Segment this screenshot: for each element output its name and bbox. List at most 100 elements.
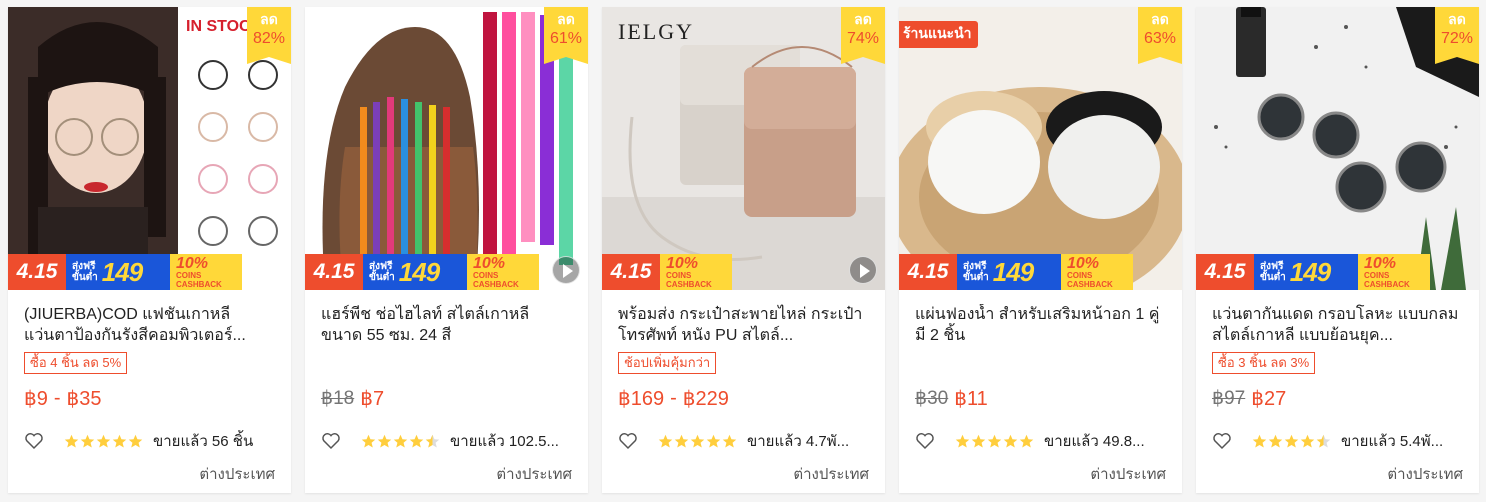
meta-row: ขายแล้ว 56 ชิ้น — [24, 424, 275, 458]
product-image[interactable]: ร้านแนะนำ ลด 63% 4.15 ส่งฟรี ขั้นต่ำ 149 … — [899, 7, 1182, 290]
promo-strip: 4.15 ส่งฟรี ขั้นต่ำ 149 10% COINS CASHBAC… — [305, 254, 588, 290]
min-spend-label: ขั้นต่ำ — [1260, 272, 1286, 283]
product-image[interactable]: IELGY ลด 74% 4.15 10% COINS CASHBACK — [602, 7, 885, 290]
promo-date: 4.15 — [1196, 254, 1254, 290]
price-separator: - — [53, 386, 61, 409]
product-title[interactable]: แผ่นฟองน้ำ สำหรับเสริมหน้าอก 1 คู่ มี 2 … — [915, 304, 1166, 346]
price-current: ฿27 — [1251, 387, 1287, 410]
cashback-percent: 10% — [176, 254, 209, 272]
min-spend-label: ขั้นต่ำ — [369, 272, 395, 283]
discount-label: ลด — [1448, 11, 1466, 27]
rating-stars — [658, 434, 737, 449]
deal-tag-row — [915, 346, 1166, 378]
discount-badge: ลด 72% — [1435, 7, 1479, 64]
bundle-deal-tag[interactable]: ซื้อ 3 ชิ้น ลด 3% — [1212, 352, 1316, 374]
shop-location: ต่างประเทศ — [1387, 466, 1463, 483]
cashback-promo: 10% COINS CASHBACK — [170, 254, 242, 290]
star-icon — [658, 434, 673, 447]
promo-date: 4.15 — [305, 254, 363, 290]
discount-percent: 74% — [846, 30, 880, 47]
price-low: ฿9 — [24, 387, 48, 410]
product-card[interactable]: IN STOCK ลด 82% 4.15 ส่งฟรีขั้นต่ำ 149 — [8, 7, 291, 493]
star-icon — [409, 434, 424, 447]
discount-badge: ลด 61% — [544, 7, 588, 64]
image-brand-text: IELGY — [618, 19, 694, 44]
product-card[interactable]: ลด 72% 4.15 ส่งฟรี ขั้นต่ำ 149 10% COINS … — [1196, 7, 1479, 493]
price-current: ฿7 — [360, 387, 385, 410]
free-shipping-label: ส่งฟรี — [963, 261, 987, 272]
product-title[interactable]: (JIUERBA)COD แฟชันเกาหลี แว่นตาป้องกันรั… — [24, 304, 275, 346]
sold-count: ขายแล้ว 102.5... — [450, 433, 559, 450]
star-icon — [128, 434, 143, 447]
price-original: ฿30 — [915, 387, 949, 409]
rating-stars — [955, 434, 1034, 449]
cashback-promo: 10% COINS CASHBACK — [660, 254, 732, 290]
star-icon — [971, 434, 986, 447]
min-spend-label: ขั้นต่ำ — [963, 272, 989, 283]
cashback-label: COINS CASHBACK — [473, 270, 519, 289]
bundle-deal-tag[interactable]: ซื้อ 4 ชิ้น ลด 5% — [24, 352, 128, 374]
product-card[interactable]: ลด 61% 4.15 ส่งฟรี ขั้นต่ำ 149 10% COINS … — [305, 7, 588, 493]
star-icon — [64, 434, 79, 447]
product-title[interactable]: แว่นตากันแดด กรอบโลหะ แบบกลม สไตล์เกาหลี… — [1212, 304, 1463, 346]
star-half-icon — [425, 434, 440, 447]
meta-row: ขายแล้ว 4.7พั... — [618, 424, 869, 458]
star-icon — [112, 434, 127, 447]
shop-location: ต่างประเทศ — [496, 466, 572, 483]
video-play-icon[interactable] — [849, 256, 877, 284]
star-icon — [1284, 434, 1299, 447]
price-original: ฿97 — [1212, 387, 1246, 409]
price-row: ฿30 ฿11 — [915, 378, 1166, 418]
product-image[interactable]: ลด 72% 4.15 ส่งฟรี ขั้นต่ำ 149 10% COINS … — [1196, 7, 1479, 290]
product-image[interactable]: ลด 61% 4.15 ส่งฟรี ขั้นต่ำ 149 10% COINS … — [305, 7, 588, 290]
heart-icon[interactable] — [618, 431, 638, 451]
rating-stars — [361, 434, 440, 449]
add-on-deal-tag[interactable]: ช้อปเพิ่มคุ้มกว่า — [618, 352, 717, 374]
promo-date: 4.15 — [899, 254, 957, 290]
cashback-label: COINS CASHBACK — [1364, 270, 1410, 289]
heart-icon[interactable] — [321, 431, 341, 451]
price-row: ฿9 - ฿35 — [24, 378, 275, 418]
star-icon — [1019, 434, 1034, 447]
cashback-promo: 10% COINS CASHBACK — [1358, 254, 1430, 290]
product-title[interactable]: แฮร์พีช ช่อไฮไลท์ สไตล์เกาหลี ขนาด 55 ซม… — [321, 304, 572, 346]
star-icon — [690, 434, 705, 447]
star-icon — [955, 434, 970, 447]
product-card[interactable]: ร้านแนะนำ ลด 63% 4.15 ส่งฟรี ขั้นต่ำ 149 … — [899, 7, 1182, 493]
promo-strip: 4.15 ส่งฟรี ขั้นต่ำ 149 10% COINS CASHBAC… — [899, 254, 1182, 290]
deal-tag-row: ช้อปเพิ่มคุ้มกว่า — [618, 346, 869, 378]
star-icon — [361, 434, 376, 447]
sold-count: ขายแล้ว 4.7พั... — [747, 433, 850, 450]
promo-strip: 4.15 ส่งฟรี ขั้นต่ำ 149 10% COINS CASHBAC… — [8, 254, 291, 290]
sold-count: ขายแล้ว 56 ชิ้น — [153, 433, 254, 450]
promo-date: 4.15 — [602, 254, 660, 290]
heart-icon[interactable] — [915, 431, 935, 451]
product-info: แฮร์พีช ช่อไฮไลท์ สไตล์เกาหลี ขนาด 55 ซม… — [305, 290, 588, 486]
free-shipping-promo: ส่งฟรี ขั้นต่ำ 149 — [363, 254, 467, 290]
price-separator: - — [670, 386, 677, 409]
discount-badge: ลด 82% — [247, 7, 291, 64]
free-shipping-label: ส่งฟรี — [369, 261, 393, 272]
cashback-percent: 10% — [1067, 254, 1100, 272]
deal-tag-row: ซื้อ 4 ชิ้น ลด 5% — [24, 346, 275, 378]
heart-icon[interactable] — [1212, 431, 1232, 451]
shop-location: ต่างประเทศ — [1090, 466, 1166, 483]
heart-icon[interactable] — [24, 431, 44, 451]
star-icon — [377, 434, 392, 447]
product-info: พร้อมส่ง กระเป๋าสะพายไหล่ กระเป๋าโทรศัพท… — [602, 290, 885, 486]
discount-label: ลด — [1151, 11, 1169, 27]
product-grid: IN STOCK ลด 82% 4.15 ส่งฟรีขั้นต่ำ 149 — [0, 0, 1486, 502]
discount-percent: 63% — [1143, 30, 1177, 47]
discount-label: ลด — [854, 11, 872, 27]
star-half-icon — [1316, 434, 1331, 447]
product-image[interactable]: IN STOCK ลด 82% 4.15 ส่งฟรีขั้นต่ำ 149 — [8, 7, 291, 290]
cashback-label: COINS CASHBACK — [1067, 270, 1113, 289]
product-title[interactable]: พร้อมส่ง กระเป๋าสะพายไหล่ กระเป๋าโทรศัพท… — [618, 304, 869, 346]
price-row: ฿97 ฿27 — [1212, 378, 1463, 418]
product-card[interactable]: IELGY ลด 74% 4.15 10% COINS CASHBACK พร้… — [602, 7, 885, 493]
product-info: แว่นตากันแดด กรอบโลหะ แบบกลม สไตล์เกาหลี… — [1196, 290, 1479, 486]
video-play-icon[interactable] — [552, 256, 580, 284]
discount-badge: ลด 63% — [1138, 7, 1182, 64]
sold-count: ขายแล้ว 5.4พั... — [1341, 433, 1444, 450]
free-shipping-promo: ส่งฟรี ขั้นต่ำ 149 — [957, 254, 1061, 290]
